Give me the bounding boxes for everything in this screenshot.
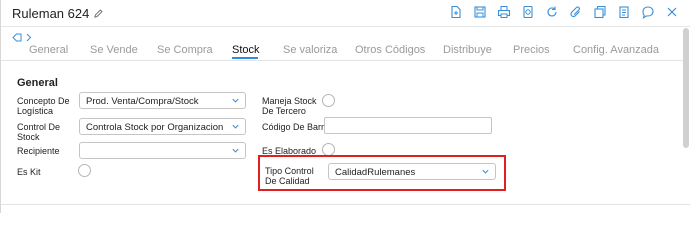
chevron-right-icon[interactable] (26, 33, 32, 42)
footer-divider (1, 204, 690, 205)
control-value: Controla Stock por Organizacion (86, 122, 224, 133)
attach-icon[interactable] (566, 3, 586, 21)
tab-precios[interactable]: Precios (513, 44, 550, 56)
control-label: Control De Stock (17, 122, 61, 142)
tab-se-vende[interactable]: Se Vende (90, 44, 138, 56)
save-icon[interactable] (470, 3, 490, 21)
concepto-select[interactable]: Prod. Venta/Compra/Stock (79, 92, 246, 109)
comment-icon[interactable] (638, 3, 658, 21)
codigo-label: Código De Barra (262, 122, 330, 132)
tab-stock[interactable]: Stock (232, 44, 260, 56)
recipiente-select[interactable] (79, 142, 246, 159)
chevron-down-icon (482, 169, 489, 174)
print-icon[interactable] (494, 3, 514, 21)
notes-icon[interactable] (614, 3, 634, 21)
history-icon[interactable] (518, 3, 538, 21)
duplicate-icon[interactable] (590, 3, 610, 21)
maneja-label: Maneja Stock De Tercero (262, 96, 317, 116)
section-title: General (17, 77, 58, 89)
product-window: Ruleman 624 General Se Vende Se Compra S… (0, 0, 690, 213)
tab-config-avanzada[interactable]: Config. Avanzada (573, 44, 659, 56)
tab-distribuye[interactable]: Distribuye (443, 44, 492, 56)
codigo-input[interactable] (324, 117, 492, 134)
header-divider (1, 26, 690, 27)
tag-icon[interactable] (12, 33, 22, 42)
tab-general[interactable]: General (29, 44, 68, 56)
window-title: Ruleman 624 (12, 6, 104, 21)
concepto-label: Concepto De Logística (17, 96, 70, 116)
tabs-divider (1, 60, 685, 61)
edit-icon[interactable] (93, 8, 104, 19)
refresh-icon[interactable] (542, 3, 562, 21)
tab-otros-codigos[interactable]: Otros Códigos (355, 44, 425, 56)
new-document-icon[interactable] (446, 3, 466, 21)
recipiente-label: Recipiente (17, 146, 60, 156)
control-select[interactable]: Controla Stock por Organizacion (79, 118, 246, 135)
eskit-toggle[interactable] (78, 164, 91, 177)
tipo-label: Tipo Control De Calidad (265, 166, 314, 186)
title-text: Ruleman 624 (12, 6, 90, 21)
scrollbar[interactable] (683, 28, 689, 148)
tab-nav-icons (12, 33, 32, 42)
active-tab-indicator (232, 57, 258, 59)
eskit-label: Es Kit (17, 167, 41, 177)
toolbar (446, 3, 682, 21)
chevron-down-icon (232, 124, 239, 129)
tipo-select[interactable]: CalidadRulemanes (328, 163, 496, 180)
chevron-down-icon (232, 98, 239, 103)
tipo-value: CalidadRulemanes (335, 167, 416, 178)
close-icon[interactable] (662, 3, 682, 21)
concepto-value: Prod. Venta/Compra/Stock (86, 96, 199, 107)
tab-se-valoriza[interactable]: Se valoriza (283, 44, 337, 56)
tab-se-compra[interactable]: Se Compra (157, 44, 213, 56)
chevron-down-icon (232, 148, 239, 153)
maneja-toggle[interactable] (322, 94, 335, 107)
